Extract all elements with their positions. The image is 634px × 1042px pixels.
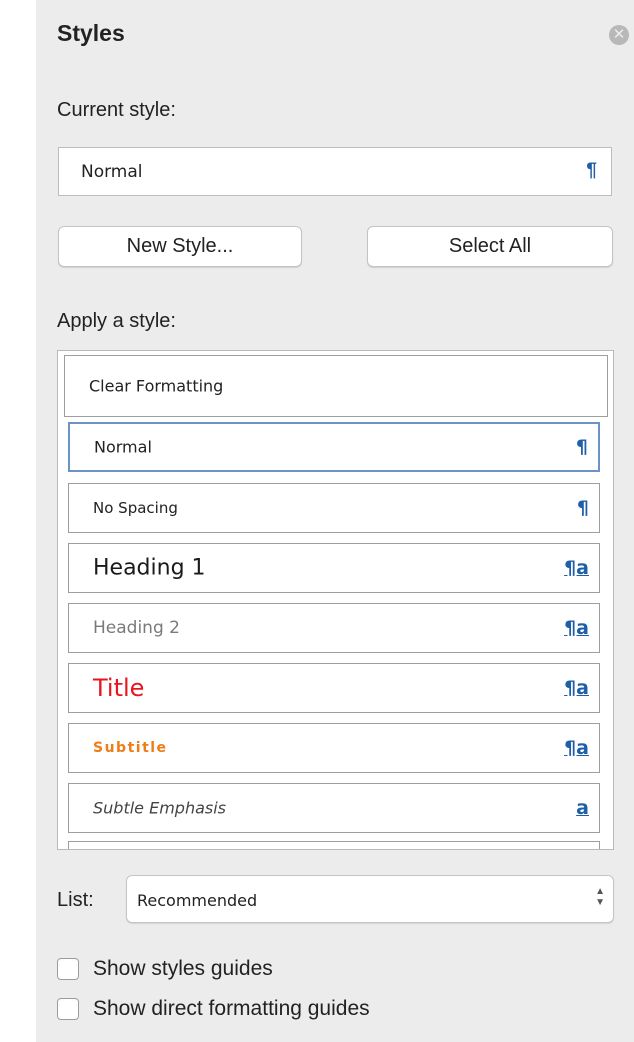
character-style-icon: a xyxy=(576,797,589,819)
list-item-subtle-emphasis[interactable]: Subtle Emphasis a xyxy=(68,783,600,833)
new-style-button[interactable]: New Style... xyxy=(58,226,302,267)
show-direct-formatting-guides-checkbox[interactable] xyxy=(57,998,79,1020)
current-style-value: Normal xyxy=(81,162,143,182)
list-item-normal[interactable]: Normal ¶ xyxy=(68,422,600,472)
apply-style-label: Apply a style: xyxy=(57,310,176,332)
style-name: Normal xyxy=(94,437,152,457)
linked-style-icon: ¶a xyxy=(564,557,589,579)
style-list[interactable]: Clear Formatting Normal ¶ No Spacing ¶ H… xyxy=(57,350,614,850)
stepper-arrows-icon: ▲ ▼ xyxy=(595,886,605,908)
show-styles-guides-checkbox[interactable] xyxy=(57,958,79,980)
style-name: Heading 2 xyxy=(93,618,180,638)
list-item-partial[interactable] xyxy=(68,841,600,849)
style-name: Clear Formatting xyxy=(89,376,224,396)
style-name: Title xyxy=(93,674,145,702)
list-item-clear-formatting[interactable]: Clear Formatting xyxy=(64,355,608,417)
show-styles-guides-label[interactable]: Show styles guides xyxy=(93,957,273,981)
style-name: Subtle Emphasis xyxy=(93,798,227,818)
list-item-no-spacing[interactable]: No Spacing ¶ xyxy=(68,483,600,533)
style-name: No Spacing xyxy=(93,499,178,517)
paragraph-style-icon: ¶ xyxy=(575,436,588,458)
list-item-heading-1[interactable]: Heading 1 ¶a xyxy=(68,543,600,593)
current-style-label: Current style: xyxy=(57,99,176,121)
list-item-heading-2[interactable]: Heading 2 ¶a xyxy=(68,603,600,653)
list-item-title[interactable]: Title ¶a xyxy=(68,663,600,713)
close-icon[interactable]: ✕ xyxy=(609,25,629,45)
style-name: Heading 1 xyxy=(93,555,206,581)
panel-title: Styles xyxy=(57,20,125,46)
linked-style-icon: ¶a xyxy=(564,677,589,699)
list-dropdown[interactable]: Recommended ▲ ▼ xyxy=(126,875,614,923)
style-name: Subtitle xyxy=(93,740,168,756)
paragraph-style-icon: ¶ xyxy=(576,497,589,519)
linked-style-icon: ¶a xyxy=(564,737,589,759)
show-direct-formatting-guides-label[interactable]: Show direct formatting guides xyxy=(93,997,370,1021)
select-all-button[interactable]: Select All xyxy=(367,226,613,267)
list-item-subtitle[interactable]: Subtitle ¶a xyxy=(68,723,600,773)
list-dropdown-value: Recommended xyxy=(137,891,258,910)
paragraph-style-icon: ¶ xyxy=(586,160,597,181)
linked-style-icon: ¶a xyxy=(564,617,589,639)
list-label: List: xyxy=(57,889,94,911)
current-style-field: Normal ¶ xyxy=(58,147,612,196)
